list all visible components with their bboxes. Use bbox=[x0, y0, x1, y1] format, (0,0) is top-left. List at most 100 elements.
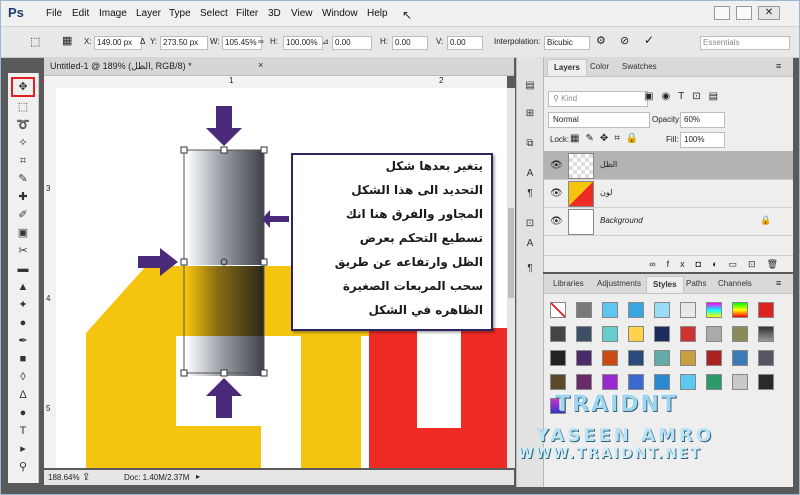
gradient-fill-icon[interactable]: ■ bbox=[15, 352, 31, 366]
menu-image[interactable]: Image bbox=[99, 8, 127, 19]
style-swatch[interactable] bbox=[732, 374, 748, 390]
warp-icon[interactable]: ⚙ bbox=[596, 34, 606, 47]
history-icon[interactable]: ▤ bbox=[523, 79, 537, 93]
properties-icon[interactable]: ⊞ bbox=[523, 107, 537, 121]
healing-tool-icon[interactable]: ✚ bbox=[15, 190, 31, 204]
style-swatch[interactable] bbox=[680, 302, 696, 318]
filter-icons[interactable]: ▣◉T⊡▤ bbox=[644, 91, 726, 102]
layer-row-color[interactable]: 👁 لون bbox=[544, 179, 793, 208]
eyedropper-tool-icon[interactable]: ✎ bbox=[15, 172, 31, 186]
brush-tool-icon[interactable]: ✐ bbox=[15, 208, 31, 222]
pen-tool-icon[interactable]: ✒ bbox=[15, 334, 31, 348]
lasso-tool-icon[interactable]: ➰ bbox=[15, 118, 31, 132]
vskew-field[interactable]: 0.00 bbox=[447, 36, 483, 50]
tab-channels[interactable]: Channels bbox=[712, 276, 758, 292]
fill-field[interactable]: 100% bbox=[680, 132, 725, 148]
close-button[interactable]: ✕ bbox=[758, 6, 780, 20]
style-swatch[interactable] bbox=[550, 374, 566, 390]
transform-handle[interactable] bbox=[180, 258, 188, 266]
scroll-thumb[interactable] bbox=[508, 208, 514, 298]
eye-icon[interactable]: 👁 bbox=[550, 160, 563, 171]
style-swatch[interactable] bbox=[706, 350, 722, 366]
style-swatch[interactable] bbox=[628, 326, 644, 342]
style-swatch[interactable] bbox=[706, 374, 722, 390]
lock-icons[interactable]: ▦✎✥⌗🔒 bbox=[570, 133, 644, 144]
menu-select[interactable]: Select bbox=[200, 8, 228, 19]
character-icon[interactable]: A bbox=[523, 167, 537, 181]
paragraph-style-icon[interactable]: ¶ bbox=[523, 262, 537, 276]
layer-row-shadow[interactable]: 👁 الظل bbox=[544, 151, 793, 180]
style-swatch[interactable] bbox=[732, 326, 748, 342]
hskew-field[interactable]: 0.00 bbox=[392, 36, 428, 50]
style-swatch[interactable] bbox=[654, 302, 670, 318]
shape-tool-icon[interactable]: ● bbox=[15, 406, 31, 420]
transform-handle[interactable] bbox=[260, 258, 268, 266]
style-swatch[interactable] bbox=[758, 374, 774, 390]
paragraph-icon[interactable]: ¶ bbox=[523, 187, 537, 201]
tab-styles[interactable]: Styles bbox=[646, 276, 684, 293]
path-selection-tool-icon[interactable]: T bbox=[15, 424, 31, 438]
layer-name[interactable]: لون bbox=[600, 188, 612, 197]
eraser-tool-icon[interactable]: ▬ bbox=[15, 262, 31, 276]
eye-icon[interactable]: 👁 bbox=[550, 216, 563, 227]
layer-name[interactable]: Background bbox=[600, 216, 643, 225]
style-swatch[interactable] bbox=[680, 350, 696, 366]
style-swatch[interactable] bbox=[550, 350, 566, 366]
marquee-tool-icon[interactable]: ⬚ bbox=[15, 100, 31, 114]
style-swatch[interactable] bbox=[628, 374, 644, 390]
style-swatch[interactable] bbox=[576, 374, 592, 390]
status-arrow-icon[interactable]: ▸ bbox=[196, 472, 200, 481]
w-field[interactable]: 105.45% bbox=[222, 36, 262, 50]
move-tool-icon[interactable]: ✥ bbox=[15, 80, 31, 94]
minimize-button[interactable] bbox=[714, 6, 730, 20]
tab-adjustments[interactable]: Adjustments bbox=[591, 276, 647, 292]
panel-menu-icon[interactable]: ≡ bbox=[776, 61, 781, 71]
angle-field[interactable]: 0.00 bbox=[332, 36, 372, 50]
style-swatch[interactable] bbox=[732, 350, 748, 366]
link-icon[interactable]: ∞ bbox=[258, 37, 264, 46]
style-swatch[interactable] bbox=[654, 374, 670, 390]
glyphs-icon[interactable]: ⊡ bbox=[523, 217, 537, 231]
magic-wand-tool-icon[interactable]: ✧ bbox=[15, 136, 31, 150]
tab-color[interactable]: Color bbox=[584, 59, 615, 75]
y-field[interactable]: 273.50 px bbox=[160, 36, 208, 50]
style-swatch[interactable] bbox=[706, 302, 722, 318]
layers-footer-icons[interactable]: ∞fx◘◐▭⊡🗑 bbox=[544, 255, 793, 271]
style-swatch[interactable] bbox=[654, 350, 670, 366]
menu-help[interactable]: Help bbox=[367, 8, 388, 19]
cancel-transform-icon[interactable]: ⊘ bbox=[620, 34, 629, 47]
style-swatch[interactable] bbox=[576, 350, 592, 366]
document-tab[interactable]: Untitled-1 @ 189% (الظل, RGB/8) * × bbox=[44, 57, 514, 76]
transform-handle[interactable] bbox=[260, 146, 268, 154]
vertical-scrollbar[interactable] bbox=[507, 88, 515, 468]
menu-edit[interactable]: Edit bbox=[72, 8, 89, 19]
transform-handle[interactable] bbox=[220, 146, 228, 154]
h-field[interactable]: 100.00% bbox=[283, 36, 323, 50]
reference-point-icon[interactable]: ▦ bbox=[62, 34, 72, 47]
menu-3d[interactable]: 3D bbox=[268, 8, 281, 19]
style-swatch[interactable] bbox=[732, 302, 748, 318]
filter-kind-select[interactable]: ⚲ Kind bbox=[548, 91, 648, 107]
style-swatch[interactable] bbox=[758, 350, 774, 366]
style-swatch[interactable] bbox=[628, 302, 644, 318]
style-swatch[interactable] bbox=[758, 302, 774, 318]
drop-tool-icon[interactable]: ◊ bbox=[15, 370, 31, 384]
maximize-button[interactable] bbox=[736, 6, 752, 20]
eye-icon[interactable]: 👁 bbox=[550, 188, 563, 199]
style-swatch[interactable] bbox=[602, 302, 618, 318]
style-swatch[interactable] bbox=[628, 350, 644, 366]
crop-tool-icon[interactable]: ⌗ bbox=[15, 154, 31, 168]
tab-libraries[interactable]: Libraries bbox=[547, 276, 590, 292]
gradient-tool-icon[interactable]: ▲ bbox=[15, 280, 31, 294]
hand-tool-icon[interactable]: ▸ bbox=[15, 442, 31, 456]
transform-handle[interactable] bbox=[220, 369, 228, 377]
menu-file[interactable]: File bbox=[46, 8, 62, 19]
dodge-tool-icon[interactable]: ● bbox=[15, 316, 31, 330]
history-brush-tool-icon[interactable]: ✂ bbox=[15, 244, 31, 258]
blur-tool-icon[interactable]: ✦ bbox=[15, 298, 31, 312]
style-swatch[interactable] bbox=[680, 326, 696, 342]
tab-swatches[interactable]: Swatches bbox=[616, 59, 663, 75]
menu-layer[interactable]: Layer bbox=[136, 8, 161, 19]
tab-paths[interactable]: Paths bbox=[680, 276, 712, 292]
x-field[interactable]: 149.00 px bbox=[94, 36, 142, 50]
